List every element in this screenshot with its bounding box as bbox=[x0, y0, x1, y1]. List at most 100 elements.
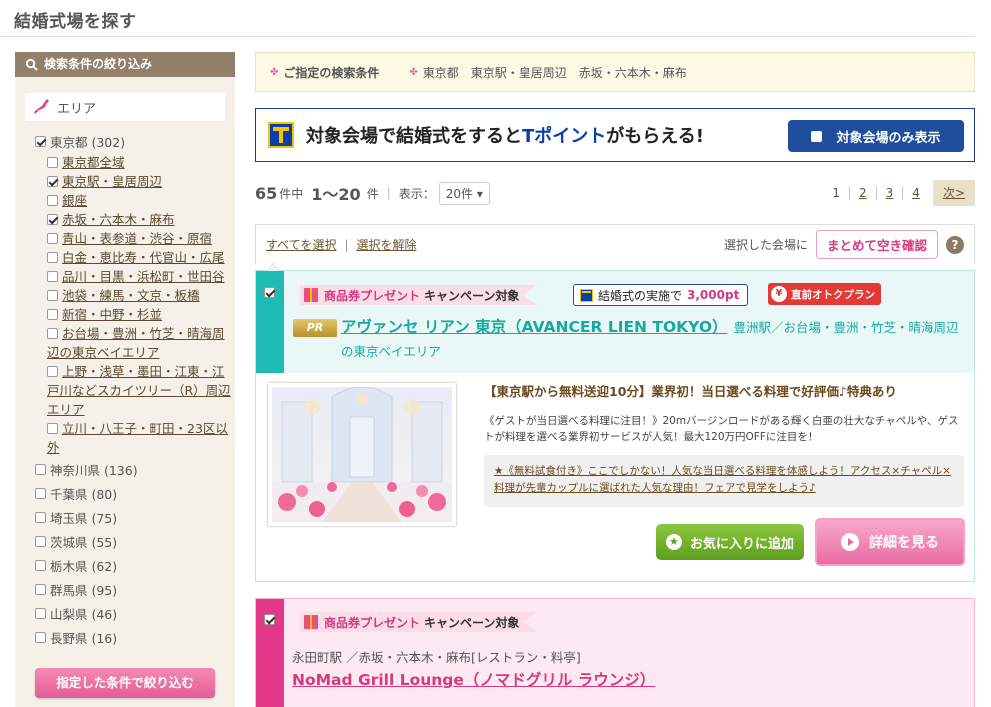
campaign-ribbon: 商品券プレゼント キャンペーン対象 bbox=[300, 285, 538, 305]
chapel-photo bbox=[272, 387, 452, 522]
sub-area-item[interactable]: 白金・恵比寿・代官山・広尾 bbox=[47, 248, 235, 267]
selection-bar: すべてを選択 | 選択を解除 選択した会場に まとめて空き確認 ? bbox=[255, 224, 975, 264]
prefecture-label: 千葉県 (80) bbox=[50, 486, 118, 502]
checkbox[interactable] bbox=[35, 631, 46, 643]
venue-card: 商品券プレゼント キャンペーン対象 結婚式の実施で 3,000pt ¥ 直前オト… bbox=[255, 263, 975, 582]
checkbox[interactable] bbox=[35, 535, 46, 547]
checkbox[interactable] bbox=[47, 423, 58, 434]
per-page-select[interactable]: 20件 ▾ bbox=[438, 181, 490, 205]
prefecture-item[interactable]: 栃木県 (62) bbox=[35, 553, 235, 577]
sub-area-item[interactable]: 新宿・中野・杉並 bbox=[47, 305, 235, 324]
checkbox[interactable] bbox=[35, 463, 46, 475]
checkbox[interactable] bbox=[47, 195, 58, 206]
checkbox[interactable] bbox=[35, 511, 46, 523]
checkbox[interactable] bbox=[47, 328, 58, 339]
prefecture-label: 群馬県 (95) bbox=[50, 582, 118, 598]
prefecture-item[interactable]: 山梨県 (46) bbox=[35, 601, 235, 625]
next-page-link[interactable]: 次> bbox=[932, 180, 975, 206]
sub-area-item[interactable]: 青山・表参道・渋谷・原宿 bbox=[47, 229, 235, 248]
prefecture-tokyo[interactable]: 東京都 (302) bbox=[35, 129, 235, 153]
checkbox[interactable] bbox=[35, 583, 46, 595]
range: 1〜20 bbox=[311, 185, 361, 204]
bulk-availability-button[interactable]: まとめて空き確認 bbox=[815, 230, 938, 259]
checkbox[interactable] bbox=[47, 233, 58, 244]
venue-photo[interactable] bbox=[268, 383, 456, 526]
checkbox[interactable] bbox=[47, 366, 58, 377]
venue-select-checkbox[interactable] bbox=[264, 287, 275, 298]
page-link[interactable]: 2 bbox=[849, 186, 876, 200]
pr-badge: PR bbox=[293, 319, 337, 337]
deselect-link[interactable]: 選択を解除 bbox=[357, 236, 417, 253]
prefecture-item[interactable]: 群馬県 (95) bbox=[35, 577, 235, 601]
checkbox[interactable] bbox=[35, 135, 46, 147]
sub-area-item[interactable]: 品川・目黒・浜松町・世田谷 bbox=[47, 267, 235, 286]
pagination: 1 2 3 4 次> bbox=[823, 180, 975, 206]
sub-area-item[interactable]: 東京駅・皇居周辺 bbox=[47, 172, 235, 191]
prefecture-item[interactable]: 神奈川県 (136) bbox=[35, 457, 235, 481]
checkbox[interactable] bbox=[47, 290, 58, 301]
prefecture-item[interactable]: 長野県 (16) bbox=[35, 625, 235, 649]
prefecture-item[interactable]: 千葉県 (80) bbox=[35, 481, 235, 505]
deal-tag: ¥ 直前オトクプラン bbox=[768, 283, 881, 305]
checkbox[interactable] bbox=[47, 271, 58, 282]
sub-area-item[interactable]: 上野・浅草・墨田・江東・江戸川などスカイツリー（R）周辺エリア bbox=[47, 362, 235, 419]
venue-title: アヴァンセ リアン 東京（AVANCER LIEN TOKYO） 豊洲駅／お台場・… bbox=[341, 316, 966, 364]
prefecture-label: 東京都 (302) bbox=[50, 134, 126, 150]
area-label: エリア bbox=[57, 101, 97, 117]
page-link[interactable]: 4 bbox=[902, 186, 929, 200]
add-favorite-button[interactable]: ★ お気に入りに追加 bbox=[656, 524, 804, 560]
japan-map-icon bbox=[34, 99, 49, 114]
checkbox[interactable] bbox=[811, 130, 823, 142]
conditions-value: 東京都 東京駅・皇居周辺 赤坂・六本木・麻布 bbox=[422, 65, 687, 80]
prefecture-item[interactable]: 埼玉県 (75) bbox=[35, 505, 235, 529]
venue-card: 商品券プレゼント キャンペーン対象 永田町駅 ／赤坂・六本木・麻布[レストラン・… bbox=[255, 598, 975, 707]
checkbox[interactable] bbox=[47, 309, 58, 320]
checkbox[interactable] bbox=[47, 252, 58, 263]
apply-filter-button[interactable]: 指定した条件で絞り込む bbox=[35, 668, 215, 698]
sub-area-item[interactable]: 東京都全域 bbox=[47, 153, 235, 172]
search-conditions-bar: ✤ ご指定の検索条件 ✤ 東京都 東京駅・皇居周辺 赤坂・六本木・麻布 bbox=[255, 52, 975, 92]
page-link[interactable]: 3 bbox=[875, 186, 903, 200]
sub-area-item[interactable]: 池袋・練馬・文京・板橋 bbox=[47, 286, 235, 305]
checkbox[interactable] bbox=[47, 214, 58, 225]
tpoint-venues-only-button[interactable]: 対象会場のみ表示 bbox=[788, 120, 964, 152]
tpoint-banner: 対象会場で結婚式をするとTポイントがもらえる! 対象会場のみ表示 bbox=[255, 108, 975, 162]
page-current: 1 bbox=[832, 186, 841, 200]
venue-name-link[interactable]: NoMad Grill Lounge（ノマドグリル ラウンジ） bbox=[292, 668, 655, 690]
prefecture-item[interactable]: 茨城県 (55) bbox=[35, 529, 235, 553]
conditions-label: ご指定の検索条件 bbox=[283, 65, 380, 80]
checkbox[interactable] bbox=[47, 176, 58, 187]
sub-area-item[interactable]: 赤坂・六本木・麻布 bbox=[47, 210, 235, 229]
view-details-button[interactable]: 詳細を見る bbox=[815, 518, 965, 566]
tokyo-sub-area-list: 東京都全域 東京駅・皇居周辺 銀座 赤坂・六本木・麻布 青山・表参道・渋谷・原宿… bbox=[35, 153, 235, 457]
sub-area-item[interactable]: お台場・豊洲・竹芝・晴海周辺の東京ベイエリア bbox=[47, 324, 235, 362]
area-list: 東京都 (302) 東京都全域 東京駅・皇居周辺 銀座 赤坂・六本木・麻布 青山… bbox=[15, 129, 235, 649]
prefecture-label: 埼玉県 (75) bbox=[50, 510, 118, 526]
prefecture-label: 神奈川県 (136) bbox=[50, 462, 138, 478]
page-title: 結婚式場を探す bbox=[14, 12, 137, 32]
checkbox[interactable] bbox=[35, 607, 46, 619]
checkbox[interactable] bbox=[47, 157, 58, 168]
title-divider bbox=[0, 36, 975, 37]
campaign-ribbon: 商品券プレゼント キャンペーン対象 bbox=[300, 612, 538, 632]
prefecture-label: 長野県 (16) bbox=[50, 630, 118, 646]
venue-card-header: 商品券プレゼント キャンペーン対象 結婚式の実施で 3,000pt ¥ 直前オト… bbox=[256, 271, 974, 373]
venue-description: 《ゲストが当日選べる料理に注目！》20mバージンロードがある輝く白亜の壮大なチャ… bbox=[484, 415, 959, 443]
prefecture-label: 茨城県 (55) bbox=[50, 534, 118, 550]
fair-info: ★《無料試食付き》ここでしかない！人気な当日選べる料理を体感しよう！アクセス×チ… bbox=[484, 455, 964, 507]
checkbox[interactable] bbox=[35, 487, 46, 499]
help-icon[interactable]: ? bbox=[946, 235, 964, 254]
sub-area-item[interactable]: 立川・八王子・町田・23区以外 bbox=[47, 419, 235, 457]
prefecture-label: 山梨県 (46) bbox=[50, 606, 118, 622]
venue-catchphrase: 【東京駅から無料送迎10分】業界初！当日選べる料理で好評価♪特典あり bbox=[484, 384, 897, 399]
sidebar-heading: 検索条件の絞り込み bbox=[15, 52, 235, 77]
flower-icon: ✤ bbox=[409, 66, 418, 78]
select-all-link[interactable]: すべてを選択 bbox=[266, 236, 336, 253]
checkbox[interactable] bbox=[35, 559, 46, 571]
venue-select-checkbox[interactable] bbox=[264, 614, 275, 625]
tpoint-logo-icon bbox=[268, 122, 294, 148]
fair-link[interactable]: ★《無料試食付き》ここでしかない！人気な当日選べる料理を体感しよう！アクセス×チ… bbox=[494, 465, 951, 494]
play-icon bbox=[841, 533, 859, 551]
venue-name-link[interactable]: アヴァンセ リアン 東京（AVANCER LIEN TOKYO） bbox=[341, 318, 728, 336]
sub-area-item[interactable]: 銀座 bbox=[47, 191, 235, 210]
